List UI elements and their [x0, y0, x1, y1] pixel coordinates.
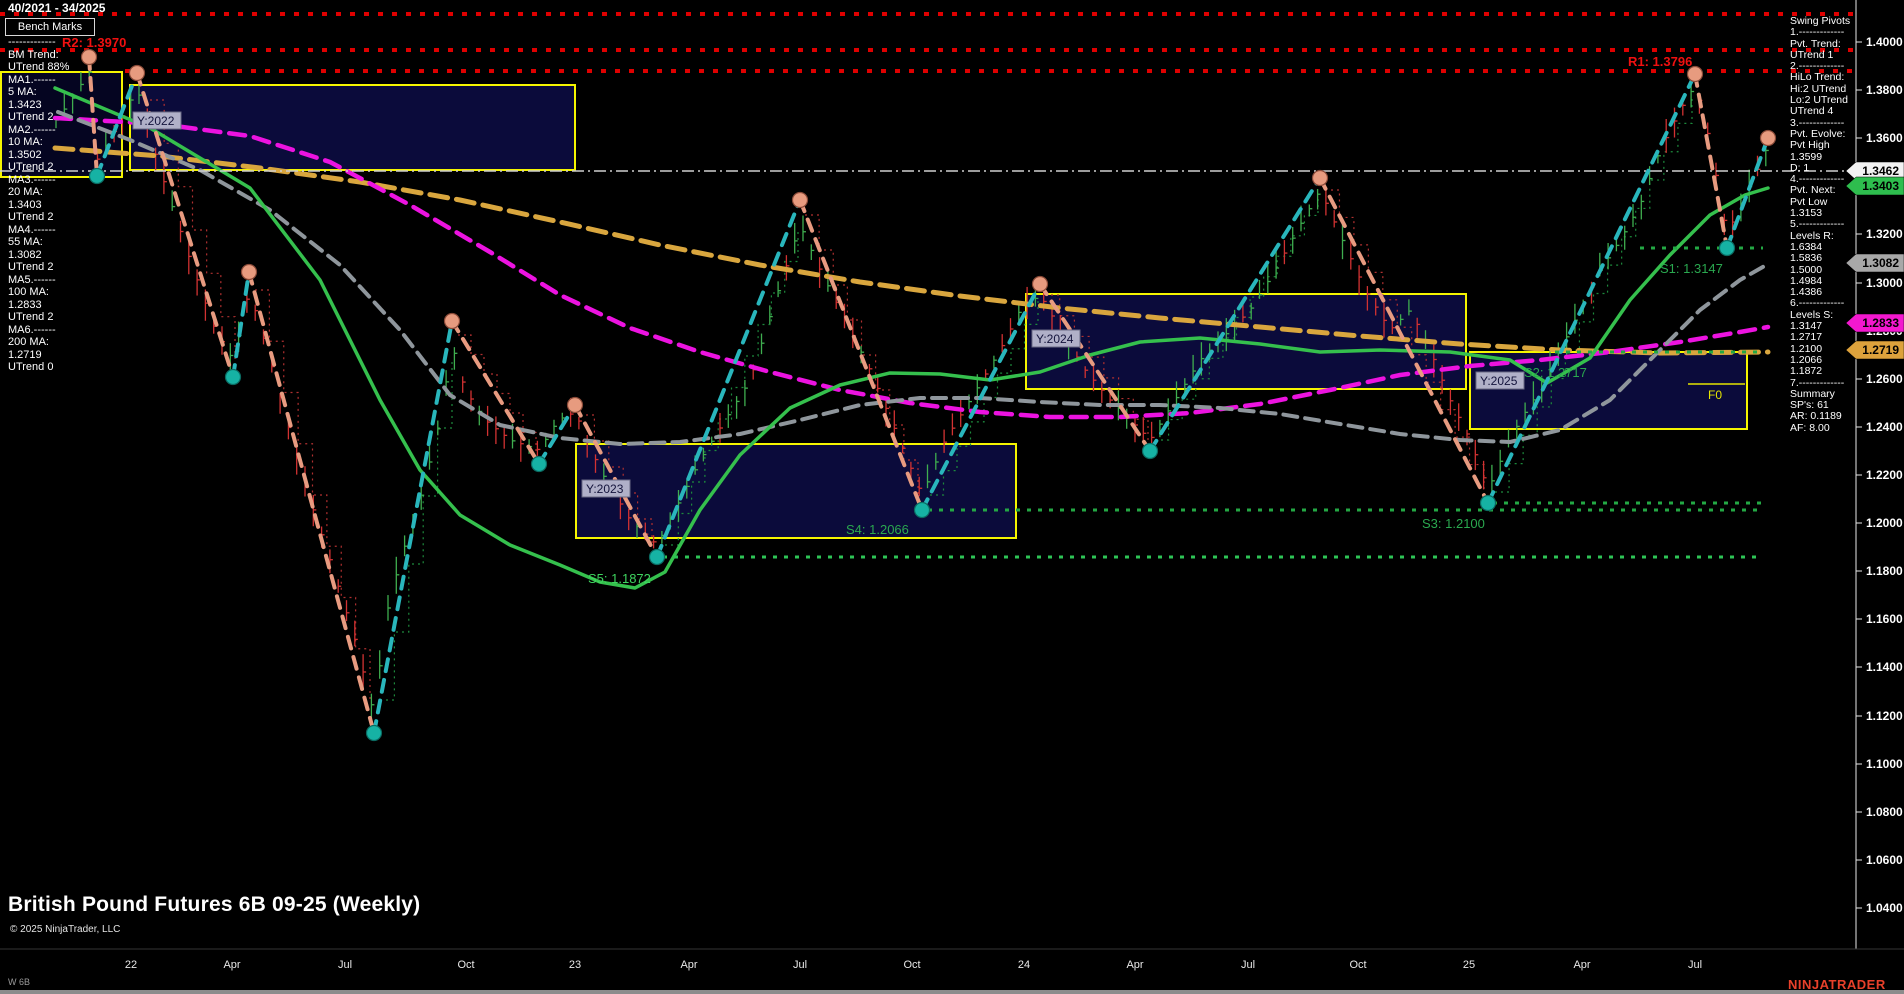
- price-axis-label: 1.2000: [1866, 516, 1903, 530]
- time-axis-label: 23: [569, 959, 581, 971]
- pivot-high-marker: [1033, 277, 1048, 292]
- price-axis-label: 1.1000: [1866, 757, 1903, 771]
- time-axis-label: Apr: [1126, 959, 1143, 971]
- price-axis-label: 1.1600: [1866, 612, 1903, 626]
- price-axis-label: 1.0800: [1866, 805, 1903, 819]
- time-axis-label: Apr: [1573, 959, 1590, 971]
- pivot-high-marker: [1688, 67, 1703, 82]
- time-axis-label: Oct: [903, 959, 920, 971]
- price-axis-label: 1.3600: [1866, 131, 1903, 145]
- price-axis-label: 1.2600: [1866, 372, 1903, 386]
- pivot-high-marker: [1761, 131, 1776, 146]
- pivot-high-marker: [1313, 171, 1328, 186]
- price-axis-label: 1.3200: [1866, 227, 1903, 241]
- time-axis-label: Apr: [680, 959, 697, 971]
- price-tag-value: 1.3082: [1862, 256, 1899, 270]
- pivot-low-marker: [90, 169, 105, 184]
- pivot-low-marker: [367, 726, 382, 741]
- time-axis-label: Apr: [223, 959, 240, 971]
- bottom-status-strip: [0, 990, 1904, 994]
- year-label: Y:2022: [137, 114, 175, 128]
- price-axis-label: 1.1400: [1866, 660, 1903, 674]
- price-tag-value: 1.3462: [1862, 164, 1899, 178]
- time-axis-label: 24: [1018, 959, 1030, 971]
- f0-label: F0: [1708, 388, 1722, 402]
- pivot-low-marker: [1481, 496, 1496, 511]
- pivot-high-marker: [242, 265, 257, 280]
- time-axis-label: 25: [1463, 959, 1475, 971]
- pivot-high-marker: [793, 193, 808, 208]
- price-axis-label: 1.4000: [1866, 35, 1903, 49]
- ninjatrader-chart-window: R2: 1.3970 R1: 1.3796 S5: 1.1872 S4: 1.2066…: [0, 0, 1904, 994]
- price-tag-value: 1.2719: [1862, 343, 1899, 357]
- year-label: Y:2023: [586, 482, 624, 496]
- support-label: S3: 1.2100: [1422, 516, 1485, 531]
- price-axis-label: 1.0600: [1866, 853, 1903, 867]
- time-axis-label: 22: [125, 959, 137, 971]
- pivot-low-marker: [650, 550, 665, 565]
- ma-readout-box: [1, 72, 122, 177]
- price-tag-value: 1.3403: [1862, 179, 1899, 193]
- resistance-label: R1: 1.3796: [1628, 54, 1692, 69]
- pivot-low-marker: [532, 457, 547, 472]
- pivot-low-marker: [1143, 444, 1158, 459]
- pivot-high-marker: [568, 398, 583, 413]
- pivot-high-marker: [82, 50, 97, 65]
- chart-canvas[interactable]: R2: 1.3970 R1: 1.3796 S5: 1.1872 S4: 1.2066…: [0, 0, 1904, 994]
- time-axis-label: Oct: [1349, 959, 1366, 971]
- year-label: Y:2025: [1480, 374, 1518, 388]
- time-axis-label: Jul: [1688, 959, 1702, 971]
- resistance-label: R2: 1.3970: [62, 35, 126, 50]
- price-axis-label: 1.2400: [1866, 420, 1903, 434]
- time-axis-label: Jul: [1241, 959, 1255, 971]
- support-label: S4: 1.2066: [846, 522, 909, 537]
- time-axis-label: Oct: [457, 959, 474, 971]
- year-range-box: [576, 444, 1016, 538]
- pivot-high-marker: [445, 314, 460, 329]
- price-axis-label: 1.3000: [1866, 276, 1903, 290]
- pivot-high-marker: [130, 66, 145, 81]
- price-axis-label: 1.1800: [1866, 564, 1903, 578]
- year-label: Y:2024: [1036, 332, 1074, 346]
- year-range-box: [1470, 352, 1747, 429]
- time-axis-label: Jul: [793, 959, 807, 971]
- pivot-low-marker: [226, 370, 241, 385]
- price-axis-label: 1.0400: [1866, 901, 1903, 915]
- price-tag-value: 1.2833: [1862, 316, 1899, 330]
- support-label: S1: 1.3147: [1660, 261, 1723, 276]
- support-label: S5: 1.1872: [588, 571, 651, 586]
- pivot-low-marker: [915, 503, 930, 518]
- price-axis-label: 1.2200: [1866, 468, 1903, 482]
- price-axis-label: 1.1200: [1866, 709, 1903, 723]
- price-axis-label: 1.3800: [1866, 83, 1903, 97]
- pivot-low-marker: [1720, 241, 1735, 256]
- time-axis-label: Jul: [338, 959, 352, 971]
